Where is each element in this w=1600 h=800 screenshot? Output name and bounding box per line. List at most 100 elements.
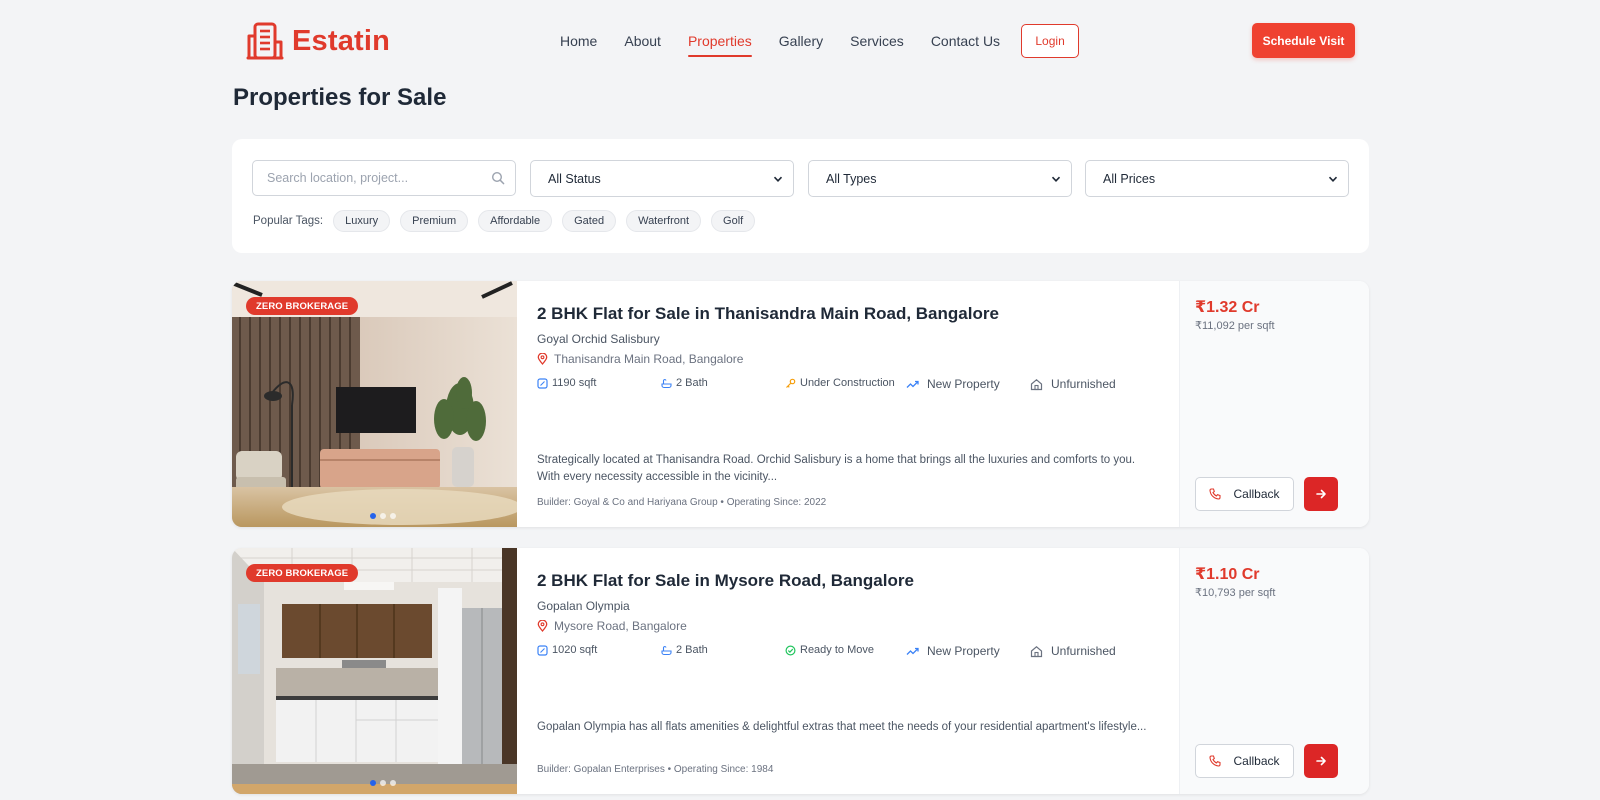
property-description: Gopalan Olympia has all flats amenities … [537, 721, 1147, 733]
furnishing-feature: Unfurnished [1030, 644, 1116, 658]
status-select[interactable]: All Status [530, 160, 794, 197]
photo-dot[interactable] [370, 780, 376, 786]
map-pin-icon [537, 353, 548, 365]
home-icon [1030, 645, 1043, 657]
popular-tags-label: Popular Tags: [253, 215, 324, 227]
tag-luxury[interactable]: Luxury [333, 210, 391, 232]
property-card[interactable]: ZERO BROKERAGE 2 BHK Flat for Sale in Th… [232, 281, 1369, 527]
nav-home[interactable]: Home [560, 24, 597, 58]
phone-icon [1209, 488, 1222, 500]
property-card[interactable]: ZERO BROKERAGE 2 BHK Flat for Sale in My… [232, 548, 1369, 794]
popular-tags: Popular Tags: Luxury Premium Affordable … [253, 210, 765, 232]
type-select[interactable]: All Types [808, 160, 1072, 197]
furnishing-text: Unfurnished [1051, 377, 1116, 391]
property-title[interactable]: 2 BHK Flat for Sale in Mysore Road, Bang… [537, 571, 914, 591]
photo-dot[interactable] [390, 513, 396, 519]
bath-feature: 2 Bath [661, 377, 708, 389]
furnishing-feature: Unfurnished [1030, 377, 1116, 391]
arrow-right-icon [1316, 756, 1326, 766]
property-photo[interactable]: ZERO BROKERAGE [232, 281, 517, 527]
callback-button[interactable]: Callback [1195, 744, 1294, 778]
furnishing-text: Unfurnished [1051, 644, 1116, 658]
check-circle-icon [785, 644, 796, 656]
map-pin-icon [537, 620, 548, 632]
callback-label: Callback [1233, 487, 1280, 501]
bath-text: 2 Bath [676, 377, 708, 389]
property-location: Thanisandra Main Road, Bangalore [537, 352, 743, 366]
new-property-feature: New Property [906, 644, 1000, 658]
tag-affordable[interactable]: Affordable [478, 210, 553, 232]
brand-logo[interactable]: Estatin [246, 20, 390, 62]
schedule-visit-button[interactable]: Schedule Visit [1252, 23, 1355, 58]
construction-status: Under Construction [785, 377, 895, 389]
price-per-sqft: ₹11,092 per sqft [1195, 320, 1275, 332]
kitchen-photo [232, 548, 517, 794]
ready-status: Ready to Move [785, 644, 874, 656]
bath-icon [661, 645, 672, 655]
arrow-right-icon [1316, 489, 1326, 499]
type-select-value: All Types [826, 171, 877, 186]
login-button[interactable]: Login [1021, 24, 1080, 58]
trending-up-icon [906, 647, 919, 655]
photo-dot[interactable] [380, 513, 386, 519]
callback-label: Callback [1233, 754, 1280, 768]
tag-gated[interactable]: Gated [562, 210, 617, 232]
price-select-value: All Prices [1103, 171, 1156, 186]
photo-dot[interactable] [390, 780, 396, 786]
location-text: Thanisandra Main Road, Bangalore [554, 352, 744, 366]
search-box [252, 160, 516, 196]
nav-services[interactable]: Services [850, 24, 904, 58]
price-per-sqft: ₹10,793 per sqft [1195, 587, 1276, 599]
property-photo[interactable]: ZERO BROKERAGE [232, 548, 517, 794]
trending-up-icon [906, 380, 919, 388]
price-panel: ₹1.10 Cr ₹10,793 per sqft Callback [1179, 548, 1369, 794]
nav-gallery[interactable]: Gallery [779, 24, 823, 58]
view-details-button[interactable] [1304, 744, 1338, 778]
project-name: Goyal Orchid Salisbury [537, 332, 660, 346]
filter-panel: All Status All Types All Prices Popular … [232, 139, 1369, 253]
property-location: Mysore Road, Bangalore [537, 619, 687, 633]
property-title[interactable]: 2 BHK Flat for Sale in Thanisandra Main … [537, 304, 999, 324]
area-icon [537, 644, 548, 656]
area-text: 1020 sqft [552, 644, 598, 656]
builder-info: Builder: Goyal & Co and Hariyana Group •… [537, 497, 827, 508]
property-price: ₹1.10 Cr [1195, 566, 1260, 583]
brand-name: Estatin [292, 24, 391, 57]
property-features: 1020 sqft 2 Bath Ready to Move New Prope… [537, 644, 1177, 660]
page-title: Properties for Sale [233, 84, 447, 111]
photo-dot[interactable] [370, 513, 376, 519]
nav-properties[interactable]: Properties [687, 24, 752, 58]
zero-brokerage-badge: ZERO BROKERAGE [246, 297, 359, 315]
photo-pagination [370, 513, 396, 519]
chevron-down-icon [773, 176, 783, 182]
tag-waterfront[interactable]: Waterfront [626, 210, 702, 232]
zero-brokerage-badge: ZERO BROKERAGE [246, 564, 359, 582]
building-icon [246, 22, 284, 60]
location-text: Mysore Road, Bangalore [554, 619, 687, 633]
new-property-feature: New Property [906, 377, 1000, 391]
view-details-button[interactable] [1304, 477, 1338, 511]
area-feature: 1020 sqft [537, 644, 597, 656]
photo-dot[interactable] [380, 780, 386, 786]
living-room-photo [232, 281, 517, 527]
status-text: Under Construction [800, 377, 895, 389]
tag-golf[interactable]: Golf [711, 210, 756, 232]
search-icon[interactable] [491, 171, 505, 185]
tag-premium[interactable]: Premium [400, 210, 469, 232]
property-price: ₹1.32 Cr [1195, 299, 1260, 316]
bath-text: 2 Bath [676, 644, 708, 656]
chevron-down-icon [1051, 176, 1061, 182]
home-icon [1030, 378, 1043, 390]
nav-contact-us[interactable]: Contact Us [931, 24, 1000, 58]
search-input[interactable] [253, 161, 473, 195]
new-property-text: New Property [927, 644, 1000, 658]
status-select-value: All Status [548, 171, 601, 186]
price-select[interactable]: All Prices [1085, 160, 1349, 197]
bath-icon [661, 378, 672, 388]
area-feature: 1190 sqft [537, 377, 596, 389]
key-icon [786, 378, 796, 388]
main-nav: Home About Properties Gallery Services C… [560, 24, 1080, 58]
site-header: Estatin Home About Properties Gallery Se… [0, 0, 1600, 84]
nav-about[interactable]: About [624, 24, 661, 58]
callback-button[interactable]: Callback [1195, 477, 1294, 511]
